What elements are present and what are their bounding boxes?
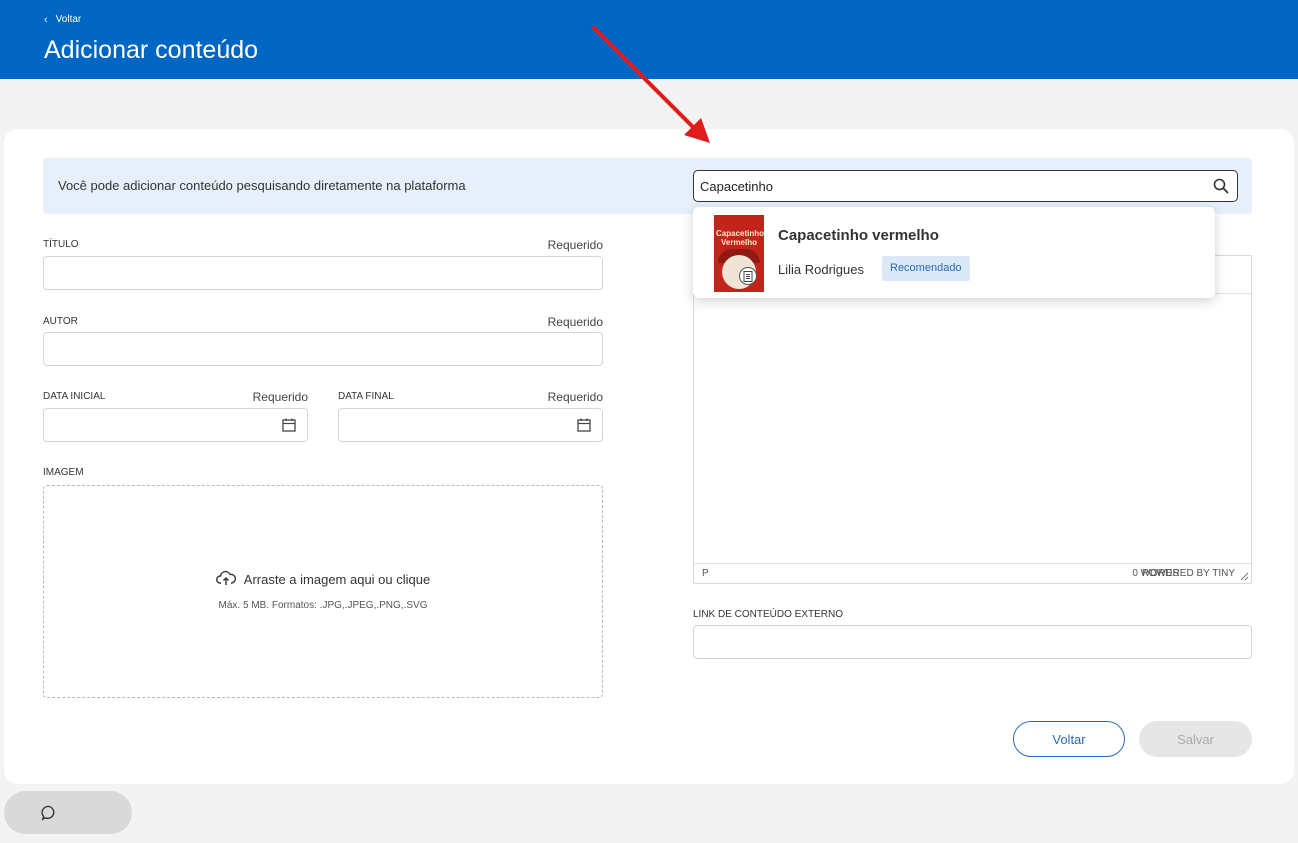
titulo-label: TÍTULO xyxy=(43,239,79,250)
link-externo-input[interactable] xyxy=(694,626,1251,658)
autor-label: AUTOR xyxy=(43,316,78,327)
image-dropzone[interactable]: Arraste a imagem aqui ou clique Máx. 5 M… xyxy=(43,485,603,698)
autor-required: Requerido xyxy=(547,315,603,329)
editor-element-path[interactable]: P xyxy=(702,568,709,579)
link-externo-field xyxy=(693,625,1252,659)
top-header-bar: ‹ Voltar Adicionar conteúdo xyxy=(0,0,1298,79)
page-title: Adicionar conteúdo xyxy=(44,36,259,64)
editor-statusbar: P 0 WORDS POWERED BY TINY xyxy=(694,563,1251,583)
resize-handle-icon[interactable] xyxy=(1239,571,1249,581)
autor-input[interactable] xyxy=(44,333,602,365)
search-results-dropdown: Capacetinho Vermelho Capacetinho vermelh… xyxy=(693,207,1215,298)
back-link-label: Voltar xyxy=(55,14,82,25)
cloud-upload-icon xyxy=(215,570,236,589)
rich-text-editor: P 0 WORDS POWERED BY TINY xyxy=(693,255,1252,584)
result-title: Capacetinho vermelho xyxy=(778,227,939,244)
link-externo-label: LINK DE CONTEÚDO EXTERNO xyxy=(693,609,844,620)
chat-button[interactable] xyxy=(4,791,132,834)
recommended-badge: Recomendado xyxy=(882,256,970,281)
book-cover-thumbnail: Capacetinho Vermelho xyxy=(714,215,764,292)
back-link[interactable]: ‹ Voltar xyxy=(44,14,81,25)
search-result-item[interactable]: Capacetinho Vermelho Capacetinho vermelh… xyxy=(693,207,1215,298)
calendar-icon[interactable] xyxy=(576,417,592,433)
data-final-input[interactable] xyxy=(339,409,602,441)
data-inicial-required: Requerido xyxy=(252,390,308,404)
document-icon xyxy=(739,267,757,285)
platform-search-input[interactable] xyxy=(700,178,1211,194)
data-final-required: Requerido xyxy=(547,390,603,404)
imagem-label: IMAGEM xyxy=(43,467,84,478)
chevron-left-icon: ‹ xyxy=(44,13,48,26)
autor-field xyxy=(43,332,603,366)
result-author: Lilia Rodrigues xyxy=(778,262,864,277)
editor-content-area[interactable] xyxy=(694,294,1251,564)
dropzone-hint: Máx. 5 MB. Formatos: .JPG,.JPEG,.PNG,.SV… xyxy=(218,600,428,611)
data-inicial-label: DATA INICIAL xyxy=(43,391,106,402)
titulo-input[interactable] xyxy=(44,257,602,289)
dropzone-text: Arraste a imagem aqui ou clique xyxy=(243,572,431,587)
search-banner-text: Você pode adicionar conteúdo pesquisando… xyxy=(58,178,466,193)
save-button[interactable]: Salvar xyxy=(1139,721,1252,757)
data-inicial-input[interactable] xyxy=(44,409,307,441)
chat-bubble-icon xyxy=(40,804,58,822)
calendar-icon[interactable] xyxy=(281,417,297,433)
titulo-field xyxy=(43,256,603,290)
back-button[interactable]: Voltar xyxy=(1013,721,1125,757)
editor-powered-by[interactable]: POWERED BY TINY xyxy=(1142,568,1235,579)
titulo-required: Requerido xyxy=(547,238,603,252)
search-icon[interactable] xyxy=(1211,176,1231,196)
platform-search-field xyxy=(693,170,1238,202)
data-inicial-field xyxy=(43,408,308,442)
data-final-field xyxy=(338,408,603,442)
data-final-label: DATA FINAL xyxy=(338,391,394,402)
